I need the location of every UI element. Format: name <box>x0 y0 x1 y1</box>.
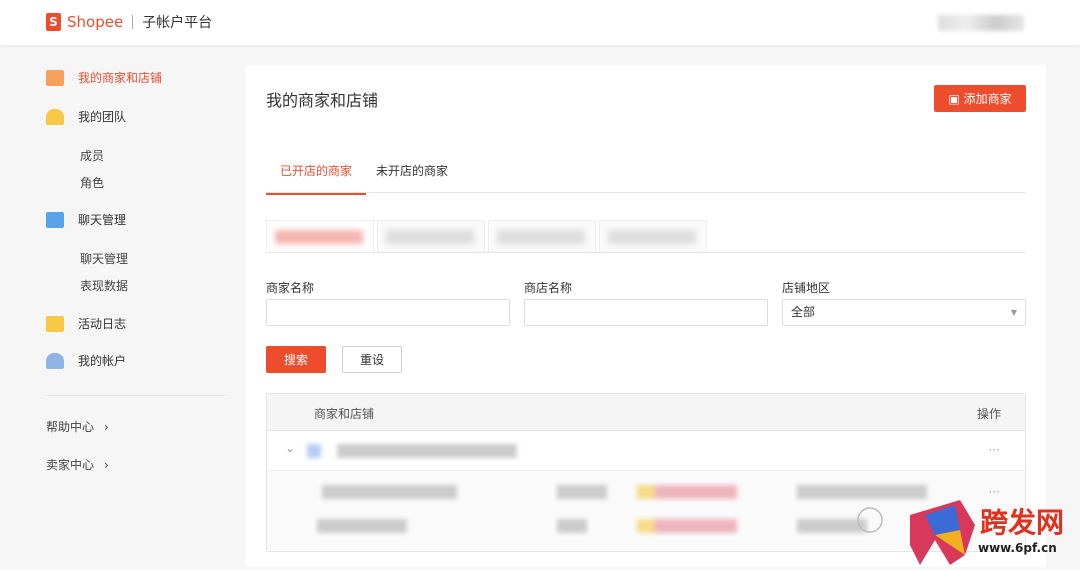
chevron-right-icon: › <box>104 419 109 434</box>
sidebar-item-label: 活动日志 <box>78 317 127 331</box>
sidebar-item-roles[interactable]: 角色 <box>80 174 104 191</box>
page-title: 我的商家和店铺 <box>266 91 379 110</box>
chevron-right-icon: › <box>104 457 109 472</box>
shop-name-label: 商店名称 <box>524 281 573 295</box>
region-tab[interactable] <box>266 220 374 252</box>
add-merchant-button[interactable]: ▣ 添加商家 <box>934 85 1026 112</box>
user-menu[interactable] <box>938 15 1024 31</box>
column-header: 操作 <box>976 407 1001 421</box>
tabs: 已开店的商家 未开店的商家 <box>266 149 1026 195</box>
region-value: 全部 <box>791 305 816 319</box>
top-bar: S Shopee 子帐户平台 <box>0 0 1080 45</box>
region-label: 店铺地区 <box>782 281 831 295</box>
divider <box>266 252 1026 253</box>
shopee-bag-icon: S <box>46 13 61 31</box>
sidebar-item-label: 我的帐户 <box>78 354 127 368</box>
chevron-down-icon[interactable]: ⌄ <box>285 441 295 455</box>
account-icon <box>46 352 64 369</box>
region-select[interactable]: 全部 ▼ <box>782 299 1026 326</box>
search-button[interactable]: 搜索 <box>266 346 326 373</box>
team-icon <box>46 108 64 125</box>
more-actions-icon[interactable]: ··· <box>989 443 1000 457</box>
region-tab[interactable] <box>599 220 707 252</box>
sidebar-item-performance[interactable]: 表现数据 <box>80 277 128 294</box>
sidebar-item-chat[interactable]: 聊天管理 <box>46 211 126 228</box>
shop-region <box>557 519 587 533</box>
store-icon <box>46 69 64 86</box>
shop-status <box>637 485 737 499</box>
merchant-name-input[interactable] <box>266 299 510 326</box>
sidebar-item-members[interactable]: 成员 <box>80 147 104 164</box>
add-icon: ▣ <box>948 91 960 106</box>
sidebar-item-team[interactable]: 我的团队 <box>46 108 126 125</box>
tab-opened[interactable]: 已开店的商家 <box>266 162 367 195</box>
sidebar-item-activity-log[interactable]: 活动日志 <box>46 315 126 332</box>
shopee-logo[interactable]: S Shopee 子帐户平台 <box>46 12 212 32</box>
merchant-avatar <box>307 444 321 458</box>
watermark-logo: 跨发网 www.6pf.cn <box>850 470 1080 567</box>
button-label: 添加商家 <box>963 92 1012 106</box>
sidebar-item-label: 我的团队 <box>78 110 127 124</box>
shop-name <box>317 519 407 533</box>
sidebar-item-merchants[interactable]: 我的商家和店铺 <box>46 69 162 86</box>
svg-text:跨发网: 跨发网 <box>980 506 1064 539</box>
column-header: 商家和店铺 <box>314 407 375 421</box>
sidebar-item-label: 我的商家和店铺 <box>78 71 163 85</box>
region-tab[interactable] <box>488 220 596 252</box>
reset-button[interactable]: 重设 <box>342 346 402 373</box>
help-center-link[interactable]: 帮助中心 › <box>46 418 109 435</box>
tab-not-opened[interactable]: 未开店的商家 <box>376 162 448 179</box>
table-header: 商家和店铺 操作 <box>267 394 1025 431</box>
region-tab[interactable] <box>377 220 485 252</box>
brand-name: Shopee <box>67 13 124 31</box>
merchant-name-label: 商家名称 <box>266 281 315 295</box>
shop-name-input[interactable] <box>524 299 768 326</box>
shop-region <box>557 485 607 499</box>
table-row: ⌄ ··· <box>267 431 1025 471</box>
seller-center-link[interactable]: 卖家中心 › <box>46 456 109 473</box>
merchant-name <box>337 444 517 458</box>
sidebar-item-chat-manage[interactable]: 聊天管理 <box>80 250 128 267</box>
svg-text:www.6pf.cn: www.6pf.cn <box>978 541 1057 555</box>
shop-status <box>637 519 737 533</box>
caret-down-icon: ▼ <box>1010 308 1017 317</box>
link-label: 帮助中心 <box>46 420 95 434</box>
watermark-bull-icon: 跨发网 www.6pf.cn <box>857 500 1064 565</box>
platform-name: 子帐户平台 <box>142 15 213 31</box>
divider <box>132 15 134 29</box>
sidebar-divider <box>46 395 226 396</box>
log-icon <box>46 315 64 332</box>
shop-name <box>322 485 457 499</box>
chat-icon <box>46 211 64 228</box>
sidebar-item-label: 聊天管理 <box>78 213 127 227</box>
link-label: 卖家中心 <box>46 458 95 472</box>
sidebar-item-account[interactable]: 我的帐户 <box>46 352 126 369</box>
